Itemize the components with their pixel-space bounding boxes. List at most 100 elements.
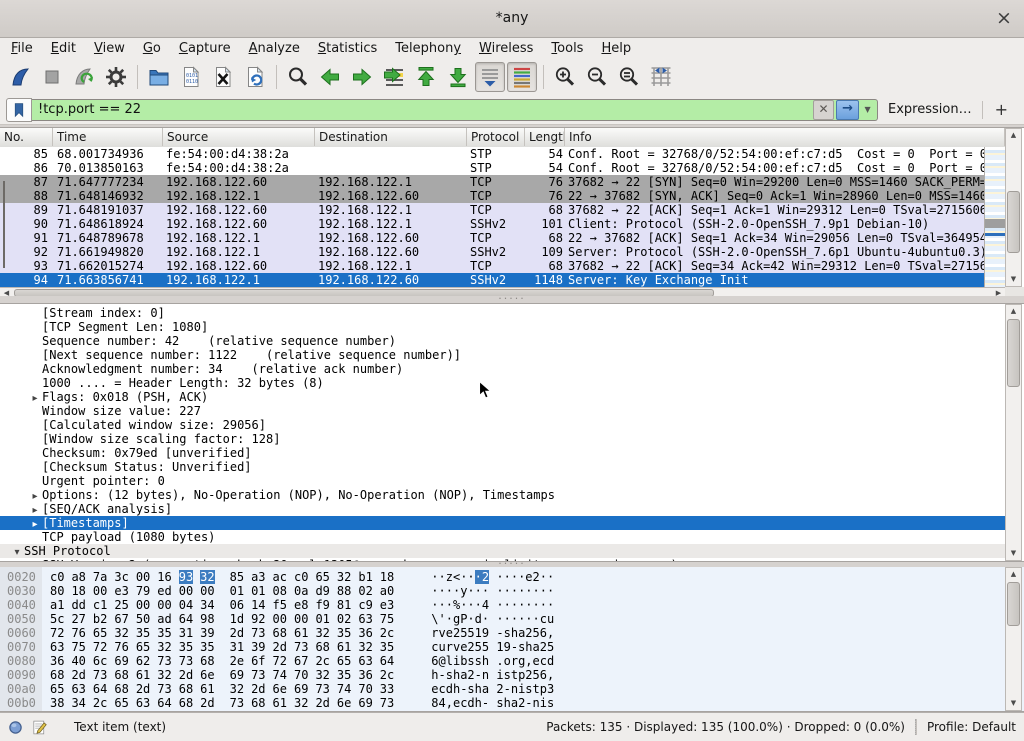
detail-row[interactable]: [TCP Segment Len: 1080] bbox=[0, 320, 1005, 334]
packet-row-88[interactable]: 8871.648146932192.168.122.1192.168.122.6… bbox=[0, 189, 984, 203]
detail-row[interactable]: ▸Flags: 0x018 (PSH, ACK) bbox=[0, 390, 1005, 404]
packet-row-85[interactable]: 8568.001734936fe:54:00:d4:38:2aSTP54Conf… bbox=[0, 147, 984, 161]
detail-row[interactable]: Window size value: 227 bbox=[0, 404, 1005, 418]
hex-row-0040[interactable]: 0040a1ddc125000004340614f5e8f981c9e3···%… bbox=[0, 598, 1005, 612]
detail-row[interactable]: [Calculated window size: 29056] bbox=[0, 418, 1005, 432]
column-header-protocol[interactable]: Protocol bbox=[467, 128, 525, 146]
add-filter-button[interactable]: + bbox=[983, 100, 1018, 119]
detail-row[interactable]: ▸Options: (12 bytes), No-Operation (NOP)… bbox=[0, 488, 1005, 502]
hex-row-0070[interactable]: 0070637572766532353531392d7368613235curv… bbox=[0, 640, 1005, 654]
open-file-button[interactable] bbox=[144, 62, 174, 92]
scroll-down-button[interactable]: ▼ bbox=[1006, 697, 1021, 710]
menu-item-analyze[interactable]: Analyze bbox=[240, 39, 309, 58]
packet-row-87[interactable]: 8771.647777234192.168.122.60192.168.122.… bbox=[0, 175, 984, 189]
column-header-info[interactable]: Info bbox=[565, 128, 1005, 146]
detail-row[interactable]: Urgent pointer: 0 bbox=[0, 474, 1005, 488]
expression-button[interactable]: Expression… bbox=[878, 102, 982, 117]
packet-row-94[interactable]: 9471.663856741192.168.122.1192.168.122.6… bbox=[0, 273, 984, 287]
column-header-no[interactable]: No. bbox=[0, 128, 53, 146]
title-bar[interactable]: *any × bbox=[0, 0, 1024, 38]
hex-row-0050[interactable]: 00505c27b26750ad64981d92000001026375\'·g… bbox=[0, 612, 1005, 626]
filter-bookmark-button[interactable] bbox=[6, 98, 32, 122]
menu-item-capture[interactable]: Capture bbox=[170, 39, 240, 58]
detail-row[interactable]: ▸[Timestamps] bbox=[0, 516, 1005, 530]
column-header-destination[interactable]: Destination bbox=[315, 128, 467, 146]
packet-row-86[interactable]: 8670.013850163fe:54:00:d4:38:2aSTP54Conf… bbox=[0, 161, 984, 175]
capture-options-button[interactable] bbox=[101, 62, 131, 92]
hex-row-00a0[interactable]: 00a0656364682d736861322d6e6973747033ecdh… bbox=[0, 682, 1005, 696]
scroll-down-button[interactable]: ▼ bbox=[1006, 547, 1021, 560]
zoom-out-button[interactable] bbox=[582, 62, 612, 92]
menu-item-wireless[interactable]: Wireless bbox=[470, 39, 542, 58]
close-button[interactable]: × bbox=[990, 0, 1018, 37]
detail-row[interactable]: Sequence number: 42 (relative sequence n… bbox=[0, 334, 1005, 348]
restart-capture-button[interactable] bbox=[69, 62, 99, 92]
capture-comment-button[interactable] bbox=[31, 719, 48, 736]
detail-row[interactable]: [Window size scaling factor: 128] bbox=[0, 432, 1005, 446]
scroll-up-button[interactable]: ▲ bbox=[1006, 129, 1021, 142]
detail-row[interactable]: Acknowledgment number: 34 (relative ack … bbox=[0, 362, 1005, 376]
hex-row-00b0[interactable]: 00b038342c656364682d736861322d6e697384,e… bbox=[0, 696, 1005, 710]
detail-row[interactable]: [Stream index: 0] bbox=[0, 306, 1005, 320]
close-file-button[interactable] bbox=[208, 62, 238, 92]
detail-row[interactable]: 1000 .... = Header Length: 32 bytes (8) bbox=[0, 376, 1005, 390]
auto-scroll-button[interactable] bbox=[475, 62, 505, 92]
menu-item-statistics[interactable]: Statistics bbox=[309, 39, 386, 58]
filter-clear-button[interactable]: ✕ bbox=[813, 100, 834, 120]
go-back-button[interactable] bbox=[315, 62, 345, 92]
filter-apply-button[interactable]: → bbox=[836, 100, 859, 120]
menu-item-file[interactable]: File bbox=[2, 39, 42, 58]
scroll-down-button[interactable]: ▼ bbox=[1006, 273, 1021, 286]
menu-item-view[interactable]: View bbox=[85, 39, 134, 58]
hex-row-0030[interactable]: 0030801800e379ed00000101080ad98802a0····… bbox=[0, 584, 1005, 598]
hex-row-0080[interactable]: 008036406c69627373682e6f72672c6563646@li… bbox=[0, 654, 1005, 668]
go-forward-button[interactable] bbox=[347, 62, 377, 92]
start-capture-button[interactable] bbox=[5, 62, 35, 92]
reload-file-button[interactable] bbox=[240, 62, 270, 92]
go-first-button[interactable] bbox=[411, 62, 441, 92]
menu-item-tools[interactable]: Tools bbox=[542, 39, 592, 58]
expert-info-button[interactable] bbox=[8, 720, 23, 735]
resize-columns-button[interactable] bbox=[646, 62, 676, 92]
save-file-button[interactable]: 01010110 bbox=[176, 62, 206, 92]
intelligent-scrollbar[interactable] bbox=[984, 147, 1005, 287]
hex-row-0020[interactable]: 0020c0a87a3c0016933285a3acc06532b118··z<… bbox=[0, 570, 1005, 584]
packet-list-vertical-scrollbar[interactable]: ▲ ▼ bbox=[1005, 128, 1022, 287]
hex-row-0090[interactable]: 0090682d736861322d6e697374703235362ch-sh… bbox=[0, 668, 1005, 682]
menu-item-go[interactable]: Go bbox=[134, 39, 170, 58]
detail-row[interactable]: Checksum: 0x79ed [unverified] bbox=[0, 446, 1005, 460]
column-header-length[interactable]: Length bbox=[525, 128, 565, 146]
packet-row-93[interactable]: 9371.662015274192.168.122.60192.168.122.… bbox=[0, 259, 984, 273]
detail-row[interactable]: ▸[SEQ/ACK analysis] bbox=[0, 502, 1005, 516]
column-header-time[interactable]: Time bbox=[53, 128, 163, 146]
menu-item-telephony[interactable]: Telephony bbox=[386, 39, 470, 58]
zoom-normal-button[interactable] bbox=[614, 62, 644, 92]
packet-row-92[interactable]: 9271.661949820192.168.122.1192.168.122.6… bbox=[0, 245, 984, 259]
hex-row-0060[interactable]: 006072766532353531392d7368613235362crve2… bbox=[0, 626, 1005, 640]
detail-vertical-scrollbar[interactable]: ▲ ▼ bbox=[1005, 304, 1022, 561]
menu-item-edit[interactable]: Edit bbox=[42, 39, 85, 58]
packet-row-91[interactable]: 9171.648789678192.168.122.1192.168.122.6… bbox=[0, 231, 984, 245]
detail-row[interactable]: TCP payload (1080 bytes) bbox=[0, 530, 1005, 544]
scroll-up-button[interactable]: ▲ bbox=[1006, 305, 1021, 318]
detail-row[interactable]: [Next sequence number: 1122 (relative se… bbox=[0, 348, 1005, 362]
bytes-vertical-scrollbar[interactable]: ▲ ▼ bbox=[1005, 567, 1022, 711]
detail-row[interactable]: ▾SSH Protocol bbox=[0, 544, 1005, 558]
scroll-up-button[interactable]: ▲ bbox=[1006, 568, 1021, 581]
scroll-thumb[interactable] bbox=[1007, 319, 1020, 387]
packet-row-90[interactable]: 9071.648618924192.168.122.60192.168.122.… bbox=[0, 217, 984, 231]
profile-button[interactable]: Profile: Default bbox=[927, 720, 1016, 734]
packet-row-89[interactable]: 8971.648191037192.168.122.60192.168.122.… bbox=[0, 203, 984, 217]
scroll-thumb[interactable] bbox=[1007, 191, 1020, 253]
find-packet-button[interactable] bbox=[283, 62, 313, 92]
stop-capture-button[interactable] bbox=[37, 62, 67, 92]
detail-row[interactable]: [Checksum Status: Unverified] bbox=[0, 460, 1005, 474]
filter-dropdown-button[interactable]: ▼ bbox=[861, 101, 874, 119]
pane-splitter-top[interactable]: ····· bbox=[0, 296, 1024, 303]
go-to-packet-button[interactable] bbox=[379, 62, 409, 92]
zoom-in-button[interactable] bbox=[550, 62, 580, 92]
column-header-source[interactable]: Source bbox=[163, 128, 315, 146]
menu-item-help[interactable]: Help bbox=[592, 39, 640, 58]
go-last-button[interactable] bbox=[443, 62, 473, 92]
display-filter-input[interactable] bbox=[32, 102, 813, 117]
